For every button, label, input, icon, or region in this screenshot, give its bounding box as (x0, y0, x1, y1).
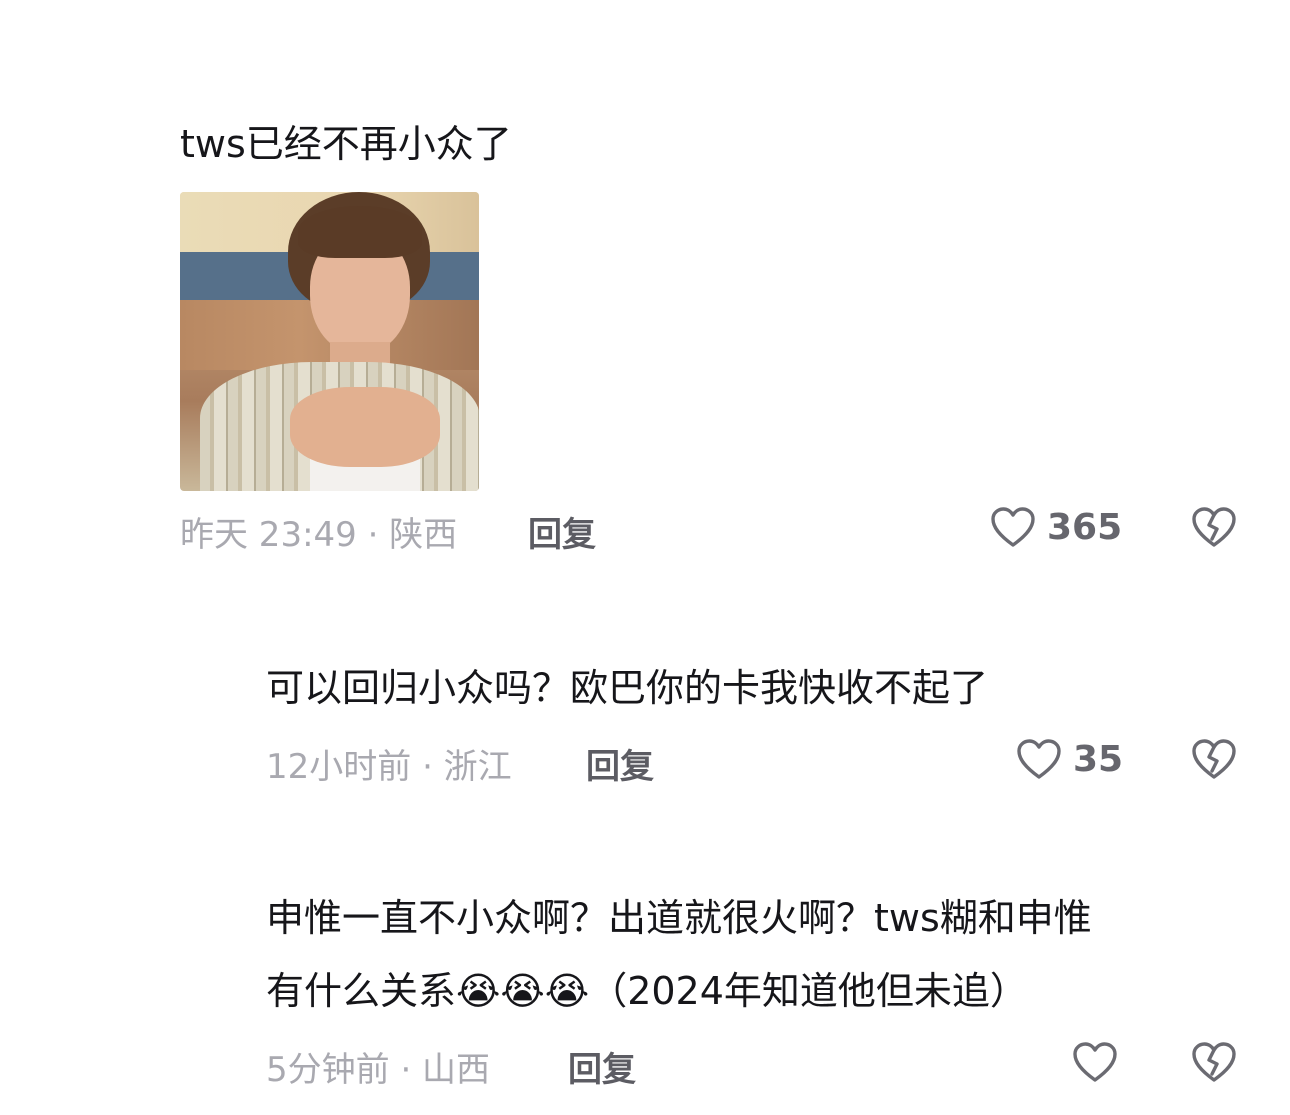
heart-outline-icon (1071, 1040, 1119, 1084)
comment-text-line1: 申惟一直不小众啊？出道就很火啊？tws糊和申惟 (266, 896, 1092, 940)
dislike-button[interactable] (1190, 737, 1238, 781)
dislike-button[interactable] (1190, 1040, 1238, 1084)
like-button[interactable] (1071, 1040, 1129, 1084)
broken-heart-icon (1190, 505, 1238, 549)
comment-thread: tws已经不再小众了 昨天 23:49 · 陕西 回复 365 可以回归小众吗？… (0, 0, 1290, 1115)
reply-button[interactable]: 回复 (568, 1042, 636, 1091)
comment-image[interactable] (180, 192, 479, 491)
comment-text: tws已经不再小众了 (180, 122, 512, 166)
broken-heart-icon (1190, 1040, 1238, 1084)
comment-text-line2: 有什么关系😭😭😭（2024年知道他但未追） (266, 969, 1028, 1013)
reply-button[interactable]: 回复 (528, 507, 596, 556)
comment-item: tws已经不再小众了 昨天 23:49 · 陕西 回复 365 (0, 0, 1290, 560)
like-button[interactable]: 35 (1015, 737, 1123, 781)
comment-text: 可以回归小众吗？欧巴你的卡我快收不起了 (266, 666, 989, 710)
heart-outline-icon (989, 505, 1037, 549)
dislike-button[interactable] (1190, 505, 1238, 549)
comment-meta: 12小时前 · 浙江 (266, 747, 512, 787)
like-count: 365 (1047, 506, 1123, 548)
reply-button[interactable]: 回复 (586, 739, 654, 788)
reply-item: 可以回归小众吗？欧巴你的卡我快收不起了 12小时前 · 浙江 回复 35 (0, 640, 1290, 800)
comment-meta: 5分钟前 · 山西 (266, 1050, 491, 1090)
heart-outline-icon (1015, 737, 1063, 781)
comment-meta: 昨天 23:49 · 陕西 (180, 515, 458, 555)
broken-heart-icon (1190, 737, 1238, 781)
like-count: 35 (1073, 738, 1124, 780)
like-button[interactable]: 365 (989, 505, 1122, 549)
reply-item: 申惟一直不小众啊？出道就很火啊？tws糊和申惟 有什么关系😭😭😭（2024年知道… (0, 880, 1290, 1110)
